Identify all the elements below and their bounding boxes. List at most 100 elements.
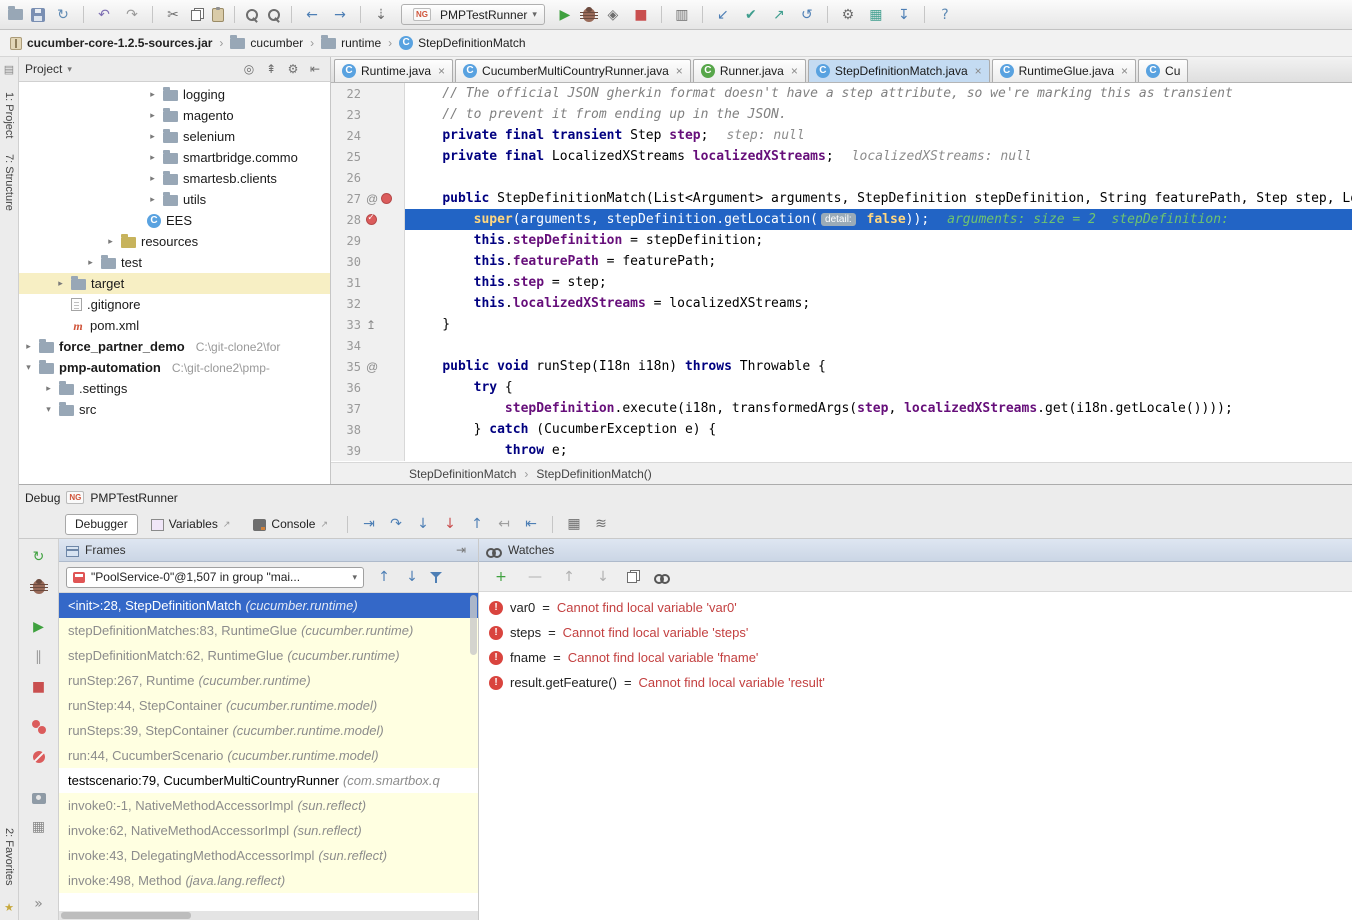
add-watch-icon[interactable]: + (491, 567, 511, 587)
tree-item-pmp-automation[interactable]: ▾ pmp-automation C:\git-clone2\pmp- (19, 357, 330, 378)
duplicate-watch-icon[interactable] (627, 570, 640, 583)
expand-arrow[interactable]: ▸ (147, 89, 158, 100)
frame-row[interactable]: invoke:498, Method (java.lang.reflect) (59, 868, 478, 893)
step-into-icon[interactable]: ↓ (411, 514, 435, 534)
chevron-down-icon[interactable]: ▾ (67, 64, 72, 75)
tree-item-target[interactable]: ▸ target (19, 273, 330, 294)
redo-icon[interactable]: ↷ (122, 5, 142, 25)
watch-row[interactable]: ! fname = Cannot find local variable 'fna… (479, 645, 1352, 670)
stop-icon[interactable]: ■ (631, 5, 651, 25)
move-watch-down-icon[interactable]: ↓ (593, 567, 613, 587)
frames-vertical-scrollbar[interactable] (470, 595, 477, 655)
frame-row[interactable]: invoke0:-1, NativeMethodAccessorImpl (sun… (59, 793, 478, 818)
expand-arrow[interactable]: ▸ (85, 257, 96, 268)
restore-layout-icon[interactable]: ⇥ (451, 540, 471, 560)
close-tab-icon[interactable]: × (791, 64, 798, 78)
tree-item-test[interactable]: ▸ test (19, 252, 330, 273)
stripe-structure-button[interactable]: 7: Structure (3, 154, 15, 211)
expand-arrow[interactable]: ▸ (147, 110, 158, 121)
show-execution-point-icon[interactable]: ⇥ (357, 514, 381, 534)
code-line[interactable]: private final transient Step step; step: … (405, 125, 1352, 146)
code-line[interactable]: } (405, 314, 1352, 335)
copy-icon[interactable] (191, 8, 204, 21)
code-line[interactable]: public void runStep(I18n i18n) throws Th… (405, 356, 1352, 377)
back-icon[interactable]: ← (302, 5, 322, 25)
tab-cu[interactable]: C Cu (1138, 59, 1189, 82)
rerun-icon[interactable]: ↻ (29, 547, 49, 567)
pause-icon[interactable]: ∥ (29, 647, 49, 667)
tree-item-selenium[interactable]: ▸ selenium (19, 126, 330, 147)
debug-icon[interactable] (579, 6, 598, 22)
evaluate-expression-icon[interactable]: ▦ (562, 514, 586, 534)
code-line[interactable]: stepDefinition .execute(i18n, transformed… (405, 398, 1352, 419)
code-line[interactable]: // to prevent it from ending up in the J… (405, 104, 1352, 125)
tree-item-src[interactable]: ▾ src (19, 399, 330, 420)
paste-icon[interactable] (212, 6, 224, 22)
tree-item--settings[interactable]: ▸ .settings (19, 378, 330, 399)
mute-breakpoints-icon[interactable] (32, 751, 45, 763)
tab-runtimeglue-java[interactable]: C RuntimeGlue.java × (991, 59, 1137, 82)
restart-debug-icon[interactable] (29, 579, 48, 594)
frame-row[interactable]: runSteps:39, StepContainer (cucumber.runt… (59, 718, 478, 743)
debug-tab-variables[interactable]: Variables ↗ (141, 514, 241, 535)
drop-frame-icon[interactable]: ↤ (492, 514, 516, 534)
breadcrumb-class[interactable]: StepDefinitionMatch (409, 467, 516, 481)
navigate-down-icon[interactable]: ⇣ (371, 5, 391, 25)
step-over-icon[interactable]: ↷ (384, 514, 408, 534)
expand-arrow[interactable]: ▸ (147, 194, 158, 205)
prev-frame-icon[interactable]: ↑ (374, 567, 394, 587)
settings-icon[interactable]: ⚙ (284, 60, 302, 78)
view-breakpoints-icon[interactable] (31, 720, 46, 734)
frames-horizontal-scrollbar[interactable] (59, 911, 478, 920)
close-tab-icon[interactable]: × (676, 64, 683, 78)
stripe-project-button[interactable]: 1: Project (3, 92, 15, 138)
move-watch-up-icon[interactable]: ↑ (559, 567, 579, 587)
breadcrumb-item[interactable]: C StepDefinitionMatch (399, 36, 526, 50)
tree-item-logging[interactable]: ▸ logging (19, 84, 330, 105)
trace-settings-icon[interactable]: ≋ (589, 514, 613, 534)
remove-watch-icon[interactable]: — (525, 567, 545, 587)
scrollbar-thumb[interactable] (61, 912, 191, 919)
hide-panel-icon[interactable]: ⇤ (306, 60, 324, 78)
breadcrumb-method[interactable]: StepDefinitionMatch() (536, 467, 651, 481)
stop-debug-icon[interactable]: ■ (29, 677, 49, 697)
frame-row[interactable]: stepDefinitionMatch:62, RuntimeGlue (cucu… (59, 643, 478, 668)
download-icon[interactable]: ↧ (894, 5, 914, 25)
debug-tab-console[interactable]: Console ↗ (243, 514, 338, 535)
debug-tab-debugger[interactable]: Debugger (65, 513, 138, 535)
frame-row[interactable]: invoke:43, DelegatingMethodAccessorImpl(… (59, 843, 478, 868)
find-icon[interactable] (245, 8, 259, 22)
vcs-commit-icon[interactable]: ✔ (741, 5, 761, 25)
forward-icon[interactable]: → (330, 5, 350, 25)
locate-icon[interactable]: ◎ (240, 60, 258, 78)
more-options-icon[interactable]: » (29, 894, 49, 914)
resume-icon[interactable]: ▶ (29, 617, 49, 637)
tree-item-smartbridge-commo[interactable]: ▸ smartbridge.commo (19, 147, 330, 168)
code-line[interactable]: this. localizedXStreams = localizedXStrea… (405, 293, 1352, 314)
run-to-cursor-icon[interactable]: ⇤ (519, 514, 543, 534)
expand-arrow[interactable]: ▾ (43, 404, 54, 415)
frame-row[interactable]: stepDefinitionMatches:83, RuntimeGlue (cu… (59, 618, 478, 643)
tab-runner-java[interactable]: C Runner.java × (692, 59, 806, 82)
help-icon[interactable]: ? (935, 5, 955, 25)
frame-row[interactable]: <init>:28, StepDefinitionMatch (cucumber.… (59, 593, 478, 618)
next-frame-icon[interactable]: ↓ (402, 567, 422, 587)
code-line[interactable] (405, 335, 1352, 356)
thread-dump-icon[interactable] (31, 792, 46, 804)
expand-arrow[interactable]: ▸ (147, 173, 158, 184)
stripe-favorites-button[interactable]: 2: Favorites (3, 828, 15, 885)
frame-row[interactable]: runStep:267, Runtime (cucumber.runtime) (59, 668, 478, 693)
frame-row[interactable]: invoke:62, NativeMethodAccessorImpl (sun.… (59, 818, 478, 843)
expand-arrow[interactable]: ▾ (23, 362, 34, 373)
breakpoint-icon[interactable] (381, 193, 393, 204)
expand-arrow[interactable]: ▸ (147, 152, 158, 163)
expand-arrow[interactable]: ▸ (43, 383, 54, 394)
frame-row[interactable]: run:44, CucumberScenario (cucumber.runtim… (59, 743, 478, 768)
code-line[interactable]: // The official JSON gherkin format does… (405, 83, 1352, 104)
tree-item-ees[interactable]: C EES (19, 210, 330, 231)
code-line[interactable]: public StepDefinitionMatch(List<Argument… (405, 188, 1352, 209)
tab-stepdefinitionmatch-java[interactable]: C StepDefinitionMatch.java × (807, 59, 990, 82)
tree-item-magento[interactable]: ▸ magento (19, 105, 330, 126)
settings-icon[interactable]: ⚙ (838, 5, 858, 25)
expand-arrow[interactable]: ▸ (147, 131, 158, 142)
